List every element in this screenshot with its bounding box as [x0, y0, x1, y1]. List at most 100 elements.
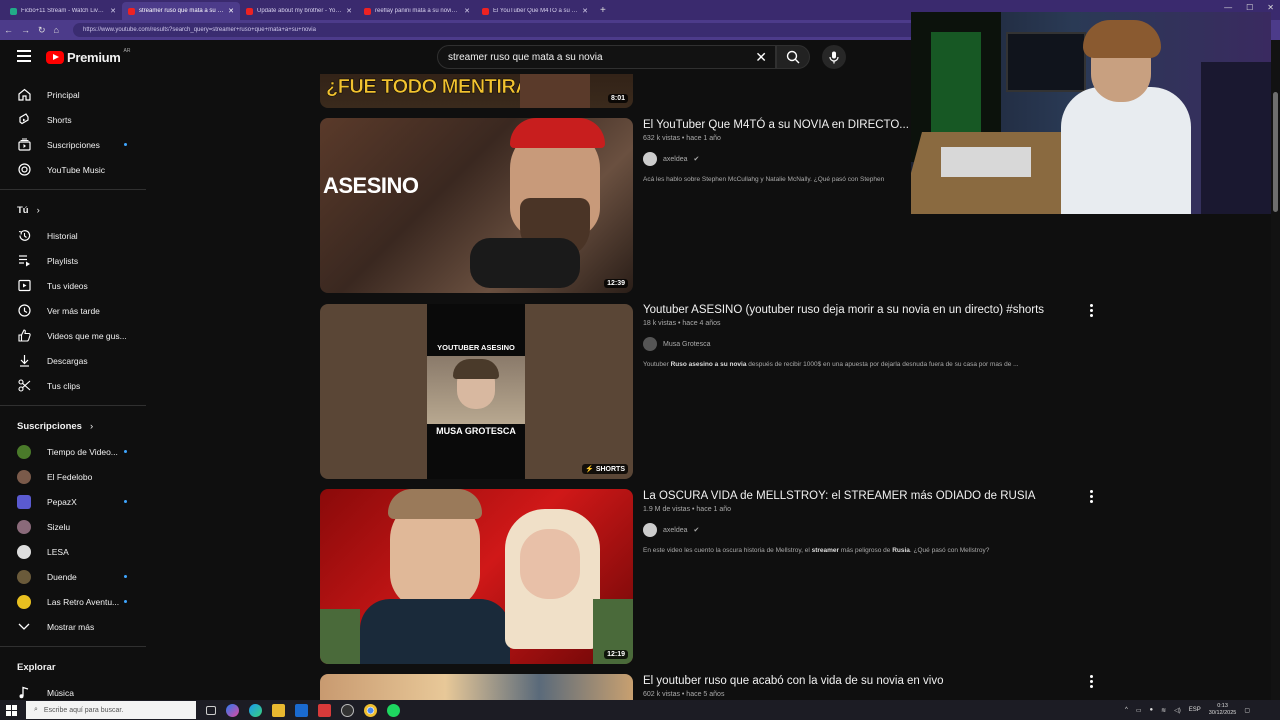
close-tab-icon[interactable]: ✕	[110, 7, 116, 15]
sidebar-item-suscripciones[interactable]: Suscripciones	[0, 132, 148, 157]
search-button[interactable]	[776, 45, 810, 69]
close-tab-icon[interactable]: ✕	[464, 7, 470, 15]
youtube-premium-logo[interactable]: Premium AR	[46, 48, 130, 65]
outlook-icon[interactable]	[295, 703, 308, 717]
clock[interactable]: 0:13 30/12/2025	[1209, 703, 1237, 717]
video-title[interactable]: Youtuber ASESINO (youtuber ruso deja mor…	[643, 304, 1083, 316]
file-explorer-icon[interactable]	[272, 703, 285, 717]
clips-icon	[17, 379, 31, 393]
video-thumbnail[interactable]: ¿FUE TODO MENTIRA? 8:01	[320, 74, 633, 108]
chrome-icon[interactable]	[364, 703, 377, 717]
sidebar-section-suscripciones[interactable]: Suscripciones ›	[0, 413, 148, 439]
more-actions-icon[interactable]	[1088, 304, 1094, 317]
sidebar-item-historial[interactable]: Historial	[0, 223, 148, 248]
home-browser-icon[interactable]: ⌂	[54, 25, 59, 35]
task-view-icon[interactable]	[206, 705, 216, 715]
close-window-icon[interactable]: ✕	[1267, 3, 1274, 12]
close-tab-icon[interactable]: ✕	[582, 7, 588, 15]
wifi-icon[interactable]: ≋	[1161, 707, 1166, 714]
channel-avatar	[17, 594, 31, 609]
sidebar-sub-las-retro-aventuras[interactable]: Las Retro Aventu...	[0, 589, 148, 614]
video-thumbnail[interactable]: 12:19	[320, 489, 633, 664]
liked-icon	[17, 329, 31, 343]
browser-tab-active[interactable]: streamer ruso que mata a su novi ✕	[122, 2, 240, 20]
media-app-icon[interactable]	[318, 703, 331, 717]
search-input[interactable]: streamer ruso que mata a su novia ✕	[437, 45, 776, 69]
menu-icon[interactable]	[17, 50, 31, 62]
channel-avatar	[17, 469, 31, 484]
sidebar-sub-lesa[interactable]: LESA	[0, 539, 148, 564]
sidebar-divider	[0, 189, 146, 190]
page-scrollbar[interactable]	[1271, 40, 1280, 700]
notifications-icon[interactable]: ▢	[1244, 707, 1250, 714]
sidebar-sub-pepazx[interactable]: PepazX	[0, 489, 148, 514]
home-icon	[17, 88, 31, 102]
sidebar-item-tus-clips[interactable]: Tus clips	[0, 373, 148, 398]
edge-icon[interactable]	[249, 703, 262, 717]
spotify-icon[interactable]	[387, 703, 400, 717]
video-thumbnail[interactable]: YOUTUBER ASESINO MUSA GROTESCA ⚡ SHORTS	[320, 304, 633, 479]
clear-search-icon[interactable]: ✕	[755, 49, 767, 66]
video-info: Youtuber ASESINO (youtuber ruso deja mor…	[643, 304, 1083, 368]
more-actions-icon[interactable]	[1088, 490, 1094, 503]
sidebar-sub-sizelu[interactable]: Sizelu	[0, 514, 148, 539]
sidebar-section-tu[interactable]: Tú ›	[0, 197, 148, 223]
new-content-dot	[124, 450, 127, 453]
youtube-icon	[364, 7, 371, 15]
copilot-icon[interactable]	[226, 703, 239, 717]
close-tab-icon[interactable]: ✕	[346, 7, 352, 15]
youtube-icon	[482, 7, 489, 15]
channel-link[interactable]: axeldea ✔	[643, 523, 1083, 537]
forward-icon[interactable]: →	[21, 25, 30, 35]
youtube-icon	[128, 7, 135, 15]
minimize-icon[interactable]: —	[1224, 3, 1232, 12]
video-meta: 602 k vistas • hace 5 años	[643, 691, 725, 698]
volume-icon[interactable]: ◁)	[1174, 707, 1181, 714]
channel-avatar	[643, 152, 657, 166]
microphone-tray-icon[interactable]: ●	[1150, 707, 1154, 713]
new-tab-button[interactable]: +	[600, 5, 606, 16]
show-more-button[interactable]: Mostrar más	[0, 614, 148, 639]
start-button[interactable]	[0, 700, 22, 720]
network-icon[interactable]: ▭	[1136, 707, 1142, 714]
voice-search-button[interactable]	[822, 45, 846, 69]
scrollbar-thumb[interactable]	[1273, 92, 1278, 212]
sidebar-item-youtube-music[interactable]: YouTube Music	[0, 157, 148, 182]
taskbar-search-input[interactable]: ⌕ Escribe aquí para buscar.	[26, 701, 196, 719]
browser-tab[interactable]: Update about my brother - YouTu ✕	[240, 2, 358, 20]
sidebar-item-videos-que-me-gustan[interactable]: Videos que me gus...	[0, 323, 148, 348]
video-thumbnail[interactable]	[320, 674, 633, 700]
sidebar-item-musica[interactable]: Música	[0, 680, 148, 700]
youtube-play-icon	[46, 51, 64, 64]
video-description: Youtuber Ruso asesino a su novia después…	[643, 361, 1019, 368]
more-actions-icon[interactable]	[1088, 675, 1094, 688]
sidebar-item-ver-mas-tarde[interactable]: Ver más tarde	[0, 298, 148, 323]
video-title[interactable]: La OSCURA VIDA de MELLSTROY: el STREAMER…	[643, 490, 1083, 502]
new-content-dot	[124, 600, 127, 603]
maximize-icon[interactable]: ☐	[1246, 3, 1253, 12]
browser-tab[interactable]: reeflay panini mata a su novia - Yo ✕	[358, 2, 476, 20]
sidebar-item-descargas[interactable]: Descargas	[0, 348, 148, 373]
sidebar-item-shorts[interactable]: Shorts	[0, 107, 148, 132]
browser-tab[interactable]: Ficbo+11 Stream - Watch Live on ✕	[4, 2, 122, 20]
history-icon	[17, 229, 31, 243]
language-indicator[interactable]: ESP	[1189, 707, 1201, 713]
video-thumbnail[interactable]: ASESINO 12:39	[320, 118, 633, 293]
obs-icon[interactable]	[341, 703, 354, 717]
reload-icon[interactable]: ↻	[38, 25, 46, 36]
tray-chevron-icon[interactable]: ^	[1125, 707, 1128, 713]
browser-tab[interactable]: El YouTuber Que M4TÓ a su NOVI ✕	[476, 2, 594, 20]
sidebar-item-principal[interactable]: Principal	[0, 82, 148, 107]
video-duration: 12:19	[604, 650, 628, 659]
close-tab-icon[interactable]: ✕	[228, 7, 234, 15]
sidebar-sub-el-fedelobo[interactable]: El Fedelobo	[0, 464, 148, 489]
sidebar-item-tus-videos[interactable]: Tus videos	[0, 273, 148, 298]
channel-link[interactable]: Musa Grotesca	[643, 337, 1083, 351]
video-title[interactable]: El youtuber ruso que acabó con la vida d…	[643, 675, 1093, 687]
sidebar-sub-duende[interactable]: Duende	[0, 564, 148, 589]
sidebar-sub-tiempo-de-video[interactable]: Tiempo de Video...	[0, 439, 148, 464]
channel-avatar	[17, 544, 31, 559]
window-controls: — ☐ ✕	[1224, 3, 1274, 12]
sidebar-item-playlists[interactable]: Playlists	[0, 248, 148, 273]
back-icon[interactable]: ←	[4, 25, 13, 35]
